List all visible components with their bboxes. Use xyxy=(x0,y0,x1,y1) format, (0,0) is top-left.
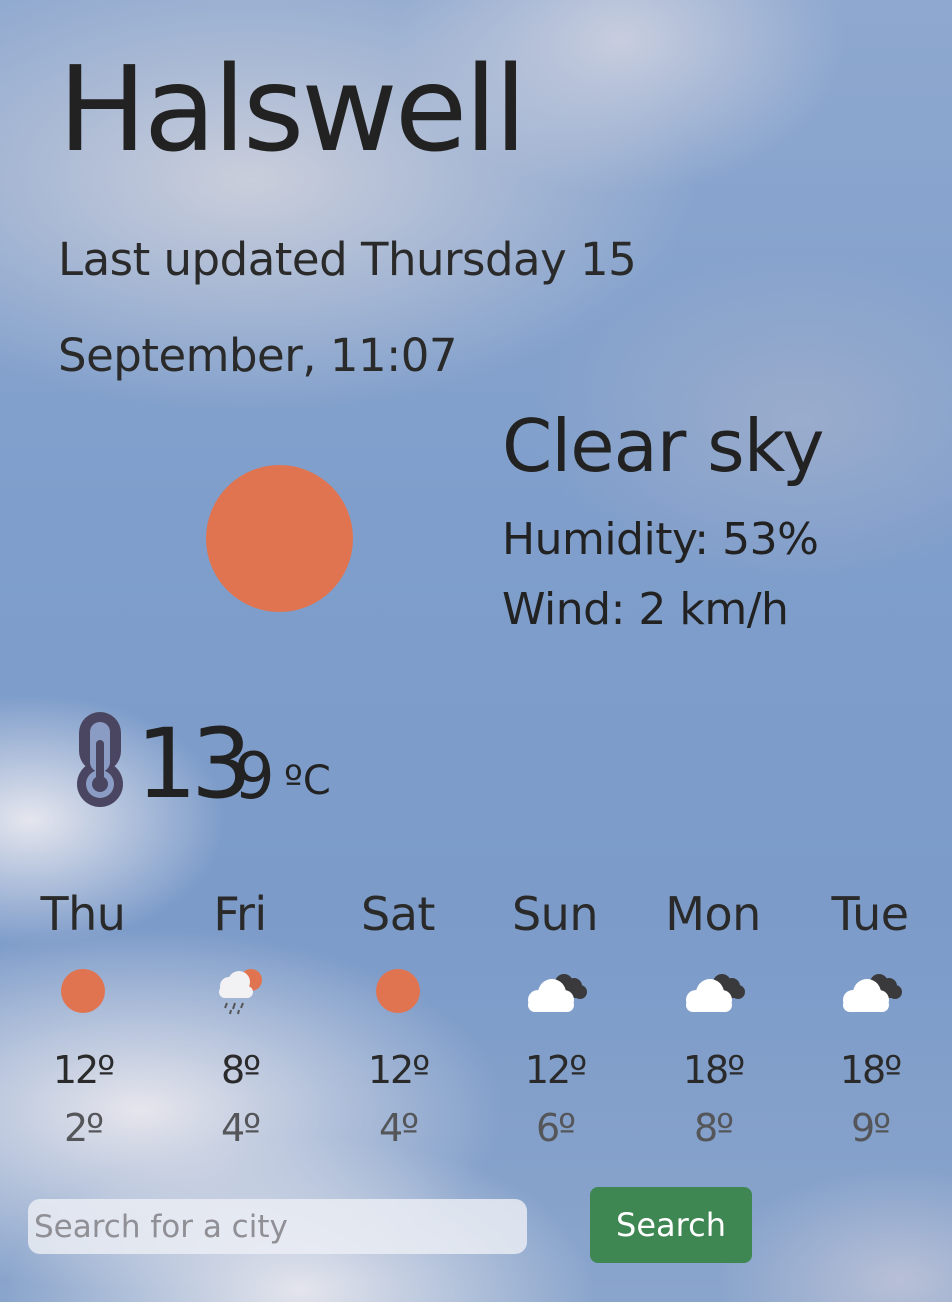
forecast-max-temp: 8º xyxy=(220,1048,261,1092)
forecast-max-temp: 12º xyxy=(367,1048,430,1092)
last-updated-line2: September, 11:07 xyxy=(58,329,458,382)
city-name: Halswell xyxy=(58,40,527,178)
rain-sun-cloud-icon xyxy=(205,966,275,1016)
forecast-max-temp: 12º xyxy=(524,1048,587,1092)
secondary-temperature: 9 xyxy=(234,740,275,814)
forecast-day-name: Thu xyxy=(40,887,126,941)
forecast-day-mon: Mon 18º 8º xyxy=(638,884,788,1150)
search-input[interactable] xyxy=(28,1199,527,1254)
humidity-text: Humidity: 53% xyxy=(502,514,819,565)
forecast-min-temp: 9º xyxy=(850,1106,891,1150)
last-updated-line1: Last updated Thursday 15 xyxy=(58,233,637,286)
temperature-unit-celsius: ºC xyxy=(284,758,331,804)
forecast-max-temp: 12º xyxy=(52,1048,115,1092)
cloudy-icon xyxy=(678,966,748,1016)
forecast-day-name: Sun xyxy=(511,887,599,941)
sun-icon xyxy=(363,966,433,1016)
forecast-day-sat: Sat 12º 4º xyxy=(323,884,473,1150)
sun-icon xyxy=(206,465,353,612)
cloudy-icon xyxy=(520,966,590,1016)
forecast-day-name: Tue xyxy=(831,887,909,941)
forecast-min-temp: 4º xyxy=(220,1106,261,1150)
wind-text: Wind: 2 km/h xyxy=(502,584,789,635)
forecast-min-temp: 4º xyxy=(378,1106,419,1150)
weather-description: Clear sky xyxy=(502,404,824,488)
current-temperature: 13 xyxy=(136,708,252,820)
forecast-min-temp: 8º xyxy=(693,1106,734,1150)
last-updated: Last updated Thursday 15 September, 11:0… xyxy=(58,212,698,404)
forecast-max-temp: 18º xyxy=(682,1048,745,1092)
forecast-day-thu: Thu 12º 2º xyxy=(8,884,158,1150)
forecast-min-temp: 6º xyxy=(535,1106,576,1150)
forecast-day-sun: Sun 12º 6º xyxy=(480,884,630,1150)
sun-icon xyxy=(48,966,118,1016)
forecast-day-name: Sat xyxy=(361,887,435,941)
thermometer-icon xyxy=(70,710,130,810)
cloudy-icon xyxy=(835,966,905,1016)
forecast-day-name: Fri xyxy=(213,887,267,941)
search-button[interactable]: Search xyxy=(590,1187,752,1263)
forecast-day-tue: Tue 18º 9º xyxy=(795,884,945,1150)
forecast-day-fri: Fri 8º 4º xyxy=(165,884,315,1150)
forecast-day-name: Mon xyxy=(665,887,761,941)
forecast-max-temp: 18º xyxy=(839,1048,902,1092)
forecast-min-temp: 2º xyxy=(63,1106,104,1150)
